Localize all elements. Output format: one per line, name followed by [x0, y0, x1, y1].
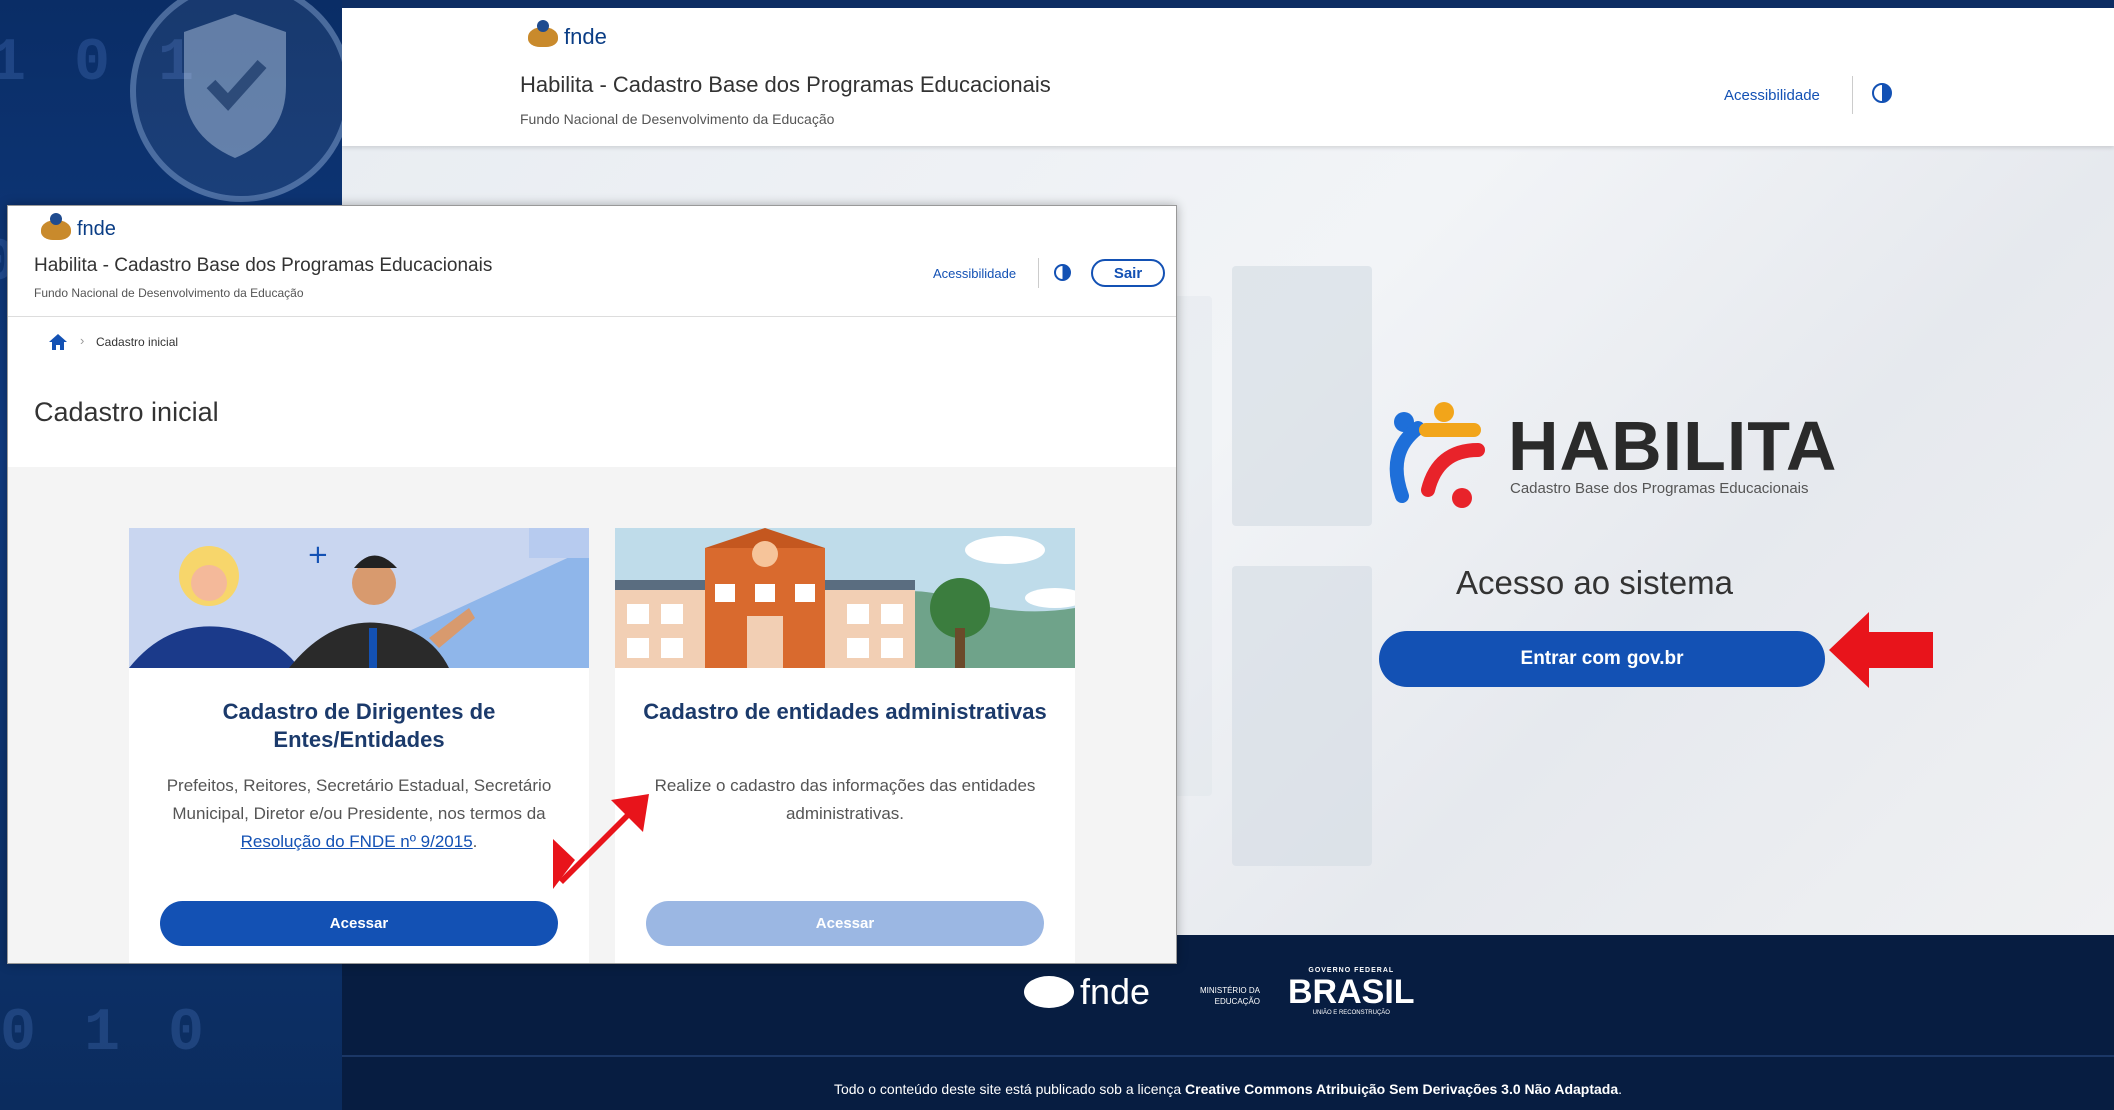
header-divider	[1852, 76, 1853, 114]
breadcrumb-current: Cadastro inicial	[96, 335, 179, 349]
window-app-subtitle: Fundo Nacional de Desenvolvimento da Edu…	[34, 286, 304, 300]
background-shape	[1232, 266, 1372, 526]
card-description: Prefeitos, Reitores, Secretário Estadual…	[159, 772, 559, 856]
habilita-wordmark: HABILITA	[1508, 407, 1838, 485]
card-description-end: .	[472, 832, 478, 851]
card-description-text: Prefeitos, Reitores, Secretário Estadual…	[166, 776, 552, 823]
footer-fnde-logo: fnde	[1024, 971, 1150, 1013]
fnde-logo-icon	[41, 212, 71, 240]
red-arrow-icon	[553, 794, 649, 889]
contrast-toggle-icon[interactable]	[1054, 264, 1071, 281]
logout-button[interactable]: Sair	[1091, 259, 1165, 287]
fnde-logo-text: fnde	[564, 24, 607, 49]
svg-text:+: +	[307, 540, 329, 570]
card-dirigentes: + Cadastro de Dirigentes de Entes/Entida…	[129, 528, 589, 963]
habilita-tagline: Cadastro Base dos Programas Educacionais	[1510, 480, 1809, 497]
acessar-dirigentes-button[interactable]: Acessar	[160, 901, 558, 946]
window-app-title: Habilita - Cadastro Base dos Programas E…	[34, 255, 493, 276]
fnde-footer-icon	[1024, 976, 1074, 1008]
login-header: fnde Habilita - Cadastro Base dos Progra…	[342, 8, 2114, 146]
home-icon[interactable]	[49, 334, 67, 350]
resolucao-link[interactable]: Resolução do FNDE nº 9/2015	[241, 832, 473, 851]
license-suffix: .	[1618, 1081, 1623, 1097]
gov-federal-logo: GOVERNO FEDERAL BRASIL UNIÃO E RECONSTRU…	[1288, 967, 1415, 1016]
footer-fnde-text: fnde	[1080, 971, 1151, 1012]
card-description: Realize o cadastro das informações das e…	[645, 772, 1045, 828]
window-accessibility-link[interactable]: Acessibilidade	[933, 266, 1016, 281]
habilita-logo-icon	[1389, 402, 1485, 508]
footer-divider	[342, 1055, 2114, 1057]
govbr-brand: gov.br	[1626, 648, 1684, 669]
window-header: fnde Habilita - Cadastro Base dos Progra…	[8, 206, 1176, 317]
license-text: Todo o conteúdo deste site está publicad…	[342, 1081, 2114, 1097]
login-heading: Acesso ao sistema	[1456, 564, 1733, 601]
card-title: Cadastro de Dirigentes de Entes/Entidade…	[222, 699, 496, 752]
chevron-right-icon: ›	[80, 333, 85, 348]
accessibility-link[interactable]: Acessibilidade	[1724, 87, 1820, 104]
red-arrow-icon	[1829, 612, 1933, 688]
license-prefix: Todo o conteúdo deste site está publicad…	[833, 1081, 1182, 1097]
gov-brasil-text: BRASIL	[1288, 973, 1415, 1011]
fnde-logo-text: fnde	[77, 218, 116, 240]
ministerio-label: MINISTÉRIO DA EDUCAÇÃO	[1199, 986, 1260, 1006]
breadcrumb: › Cadastro inicial Cadastro inicial	[8, 317, 1176, 467]
dirigentes-illustration: +	[129, 528, 589, 668]
cadastro-window: fnde Habilita - Cadastro Base dos Progra…	[7, 205, 1177, 964]
background-shape	[1232, 566, 1372, 866]
security-shield-icon	[130, 0, 342, 202]
card-description-text: Realize o cadastro das informações das e…	[654, 776, 1036, 823]
fnde-logo[interactable]: fnde	[528, 20, 607, 50]
window-fnde-logo[interactable]: fnde	[41, 212, 116, 241]
header-divider	[1038, 258, 1039, 288]
fnde-logo-icon	[528, 20, 558, 47]
contrast-toggle-icon[interactable]	[1872, 83, 1892, 103]
binary-pattern: 0 1 0	[0, 1000, 211, 1068]
card-entidades: Cadastro de entidades administrativas Re…	[615, 528, 1075, 963]
page-title: Cadastro inicial	[34, 397, 219, 427]
card-title: Cadastro de entidades administrativas	[643, 699, 1047, 724]
app-title: Habilita - Cadastro Base dos Programas E…	[520, 72, 1051, 97]
app-subtitle: Fundo Nacional de Desenvolvimento da Edu…	[520, 111, 835, 127]
govbr-login-button[interactable]: Entrar com gov.br	[1379, 631, 1825, 687]
license-link[interactable]: Creative Commons Atribuição Sem Derivaçõ…	[1185, 1081, 1618, 1097]
entidades-illustration	[615, 528, 1075, 668]
govbr-button-label: Entrar com	[1520, 648, 1621, 669]
acessar-entidades-button[interactable]: Acessar	[646, 901, 1044, 946]
